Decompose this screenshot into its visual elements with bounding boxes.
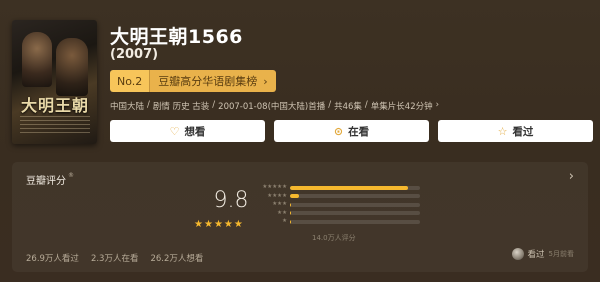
- star-icon: ★: [203, 219, 213, 230]
- distribution-stars: ★: [256, 218, 290, 225]
- star-icon: ★: [194, 219, 203, 230]
- avatar: [511, 248, 524, 260]
- user-status-date: 5月前看: [548, 250, 574, 258]
- star-icon: ★: [282, 192, 287, 199]
- distribution-row: ★ ★ ★: [256, 201, 426, 209]
- rank-label-wrap: 豆瓣高分华语剧集榜 ›: [149, 70, 276, 92]
- stat-watching[interactable]: 2.3万人在看: [91, 252, 139, 264]
- rating-count: 14.0万人评分: [312, 234, 356, 242]
- star-icon: ★: [282, 201, 287, 207]
- rating-stars: ★ ★ ★ ★ ★: [194, 220, 243, 230]
- distribution-bar: [290, 219, 291, 224]
- watching-label: 在看: [348, 125, 370, 138]
- meta-sep: /: [328, 100, 332, 110]
- meta-sep: /: [364, 100, 368, 110]
- user-status[interactable]: 看过 5月前看: [511, 248, 574, 260]
- meta-sep: /: [212, 100, 216, 110]
- stat-wish[interactable]: 26.2万人想看: [150, 252, 203, 264]
- meta-sep: /: [147, 100, 150, 110]
- rating-card[interactable]: 豆瓣评分 ® › 9.8 ★ ★ ★ ★ ★ ★ ★ ★ ★ ★ ★ ★ ★ ★ ★ ★ ★ ★ ★ ★ 1…: [12, 162, 588, 272]
- star-icon: ★: [233, 219, 243, 230]
- user-status-label: 看过: [527, 250, 545, 260]
- watching-button[interactable]: ⊙ 在看: [274, 120, 429, 142]
- action-buttons: ♡ 想看 ⊙ 在看 ☆ 看过: [110, 120, 593, 142]
- star-icon: ★: [223, 219, 233, 230]
- meta-episodes: 共46集: [334, 102, 362, 112]
- distribution-track: [290, 219, 420, 224]
- distribution-track: [290, 202, 420, 207]
- distribution-stars: ★ ★: [256, 209, 290, 217]
- chevron-right-icon: ›: [263, 74, 268, 88]
- distribution-bar: [290, 194, 300, 199]
- chevron-right-icon: ›: [435, 100, 440, 110]
- rating-title: 豆瓣评分: [26, 176, 66, 187]
- rank-number: No.2: [110, 70, 150, 92]
- rating-distribution: ★ ★ ★ ★ ★ ★ ★ ★ ★ ★ ★ ★ ★ ★ ★: [256, 184, 426, 227]
- rating-score: 9.8: [213, 188, 249, 213]
- chevron-right-icon[interactable]: ›: [569, 169, 574, 184]
- distribution-track: [290, 194, 420, 199]
- play-circle-icon: ⊙: [333, 124, 344, 138]
- poster-figure-left: [22, 32, 52, 87]
- star-icon: ★: [282, 209, 287, 216]
- movie-title: 大明王朝1566: [110, 26, 243, 48]
- distribution-row: ★ ★: [256, 210, 426, 218]
- distribution-track: [290, 211, 420, 216]
- want-to-watch-label: 想看: [184, 125, 206, 138]
- meta-genres: 剧情 历史 古装: [152, 102, 210, 112]
- heart-plus-icon: ♡: [169, 124, 180, 138]
- movie-year: (2007): [110, 47, 159, 62]
- watched-button[interactable]: ☆ 看过: [438, 120, 593, 142]
- movie-meta[interactable]: 中国大陆 / 剧情 历史 古装 / 2007-01-08(中国大陆)首播 / 共…: [110, 100, 439, 112]
- rank-badge[interactable]: No.2 豆瓣高分华语剧集榜 ›: [110, 70, 276, 92]
- want-to-watch-button[interactable]: ♡ 想看: [110, 120, 265, 142]
- poster-title: 大明王朝: [20, 96, 89, 115]
- distribution-bar: [290, 202, 292, 207]
- distribution-stars: ★ ★ ★: [256, 201, 290, 208]
- distribution-track: [290, 185, 420, 190]
- distribution-stars: ★ ★ ★ ★ ★: [256, 184, 290, 191]
- meta-region: 中国大陆: [110, 102, 145, 112]
- audience-stats: 26.9万人看过 2.3万人在看 26.2万人想看: [26, 252, 203, 264]
- rank-label: 豆瓣高分华语剧集榜: [158, 75, 258, 88]
- star-icon: ★: [282, 184, 287, 190]
- distribution-bar: [290, 185, 409, 190]
- rating-title-wrap: 豆瓣评分 ®: [26, 172, 74, 187]
- star-icon: ★: [282, 218, 287, 224]
- meta-premiere: 2007-01-08(中国大陆)首播: [218, 102, 326, 112]
- distribution-bar: [290, 211, 291, 216]
- poster-figure-right: [56, 38, 88, 96]
- distribution-row: ★ ★ ★ ★: [256, 193, 426, 201]
- poster-credits: [20, 116, 90, 136]
- watched-label: 看过: [512, 125, 534, 138]
- star-icon: ★: [213, 219, 223, 230]
- distribution-row: ★: [256, 218, 426, 226]
- distribution-stars: ★ ★ ★ ★: [256, 192, 290, 200]
- distribution-row: ★ ★ ★ ★ ★: [256, 184, 426, 192]
- stat-watched[interactable]: 26.9万人看过: [26, 252, 79, 264]
- star-outline-icon: ☆: [497, 124, 508, 138]
- registered-mark: ®: [68, 172, 74, 179]
- meta-duration: 单集片长42分钟: [370, 102, 433, 112]
- movie-poster[interactable]: 大明王朝: [12, 20, 97, 144]
